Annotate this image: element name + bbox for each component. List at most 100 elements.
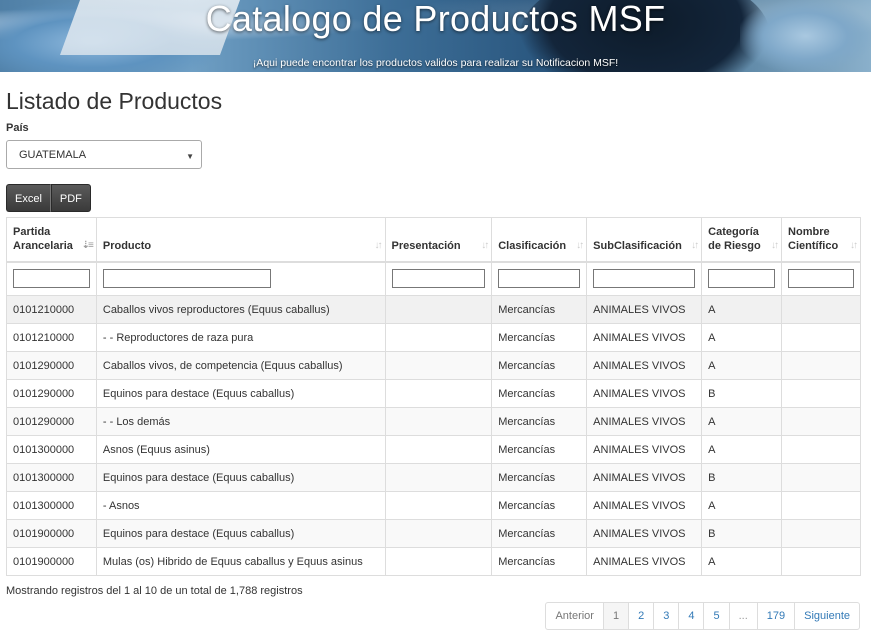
table-row[interactable]: 0101300000 Equinos para destace (Equus ca… xyxy=(6,463,861,492)
sort-ascending-icon: ⇣≡ xyxy=(81,239,94,251)
cell-presentacion xyxy=(384,491,493,520)
cell-categoria: A xyxy=(701,547,783,576)
filter-partida-input[interactable] xyxy=(13,269,90,289)
pagination-previous[interactable]: Anterior xyxy=(545,602,604,630)
sort-icon: ↓↑ xyxy=(850,239,858,251)
table-row[interactable]: 0101900000 Equinos para destace (Equus ca… xyxy=(6,519,861,548)
sort-icon: ↓↑ xyxy=(691,239,699,251)
cell-producto: Equinos para destace (Equus caballus) xyxy=(95,519,386,548)
banner-subtitle: ¡Aqui puede encontrar los productos vali… xyxy=(252,57,619,69)
cell-presentacion xyxy=(384,323,493,352)
filter-presentacion-input[interactable] xyxy=(391,269,486,289)
cell-categoria: B xyxy=(701,519,783,548)
cell-subclasificacion: ANIMALES VIVOS xyxy=(586,351,703,380)
cell-presentacion xyxy=(384,463,493,492)
table-row[interactable]: 0101900000 Mulas (os) Hibrido de Equus ca… xyxy=(6,547,861,576)
export-buttons: Excel PDF xyxy=(6,184,91,212)
cell-nombre xyxy=(781,435,861,464)
filter-nombre-input[interactable] xyxy=(788,269,854,289)
sort-icon: ↓↑ xyxy=(771,239,779,251)
cell-nombre xyxy=(781,295,861,324)
table-row[interactable]: 0101210000 Caballos vivos reproductores (… xyxy=(6,295,861,324)
pagination-page-1[interactable]: 1 xyxy=(602,602,630,630)
pagination-next[interactable]: Siguiente xyxy=(794,602,860,630)
cell-clasificacion: Mercancías xyxy=(491,519,588,548)
column-header-producto[interactable]: Producto ↓↑ xyxy=(95,217,386,263)
pagination-ellipsis: ... xyxy=(728,602,758,630)
cell-nombre xyxy=(781,351,861,380)
cell-producto: - - Los demás xyxy=(95,407,386,436)
table-body: 0101210000 Caballos vivos reproductores (… xyxy=(6,295,861,576)
cell-presentacion xyxy=(384,519,493,548)
column-header-categoria-riesgo[interactable]: Categoría de Riesgo ↓↑ xyxy=(701,217,783,263)
sort-icon: ↓↑ xyxy=(481,239,489,251)
pagination-page-3[interactable]: 3 xyxy=(653,602,680,630)
cell-categoria: A xyxy=(701,407,783,436)
pagination-page-5[interactable]: 5 xyxy=(703,602,730,630)
banner-title: Catalogo de Productos MSF xyxy=(205,0,666,39)
cell-partida: 0101900000 xyxy=(6,547,97,576)
country-select-value: GUATEMALA xyxy=(19,149,87,161)
cell-partida: 0101210000 xyxy=(6,323,97,352)
filter-row xyxy=(6,261,861,296)
cell-producto: Equinos para destace (Equus caballus) xyxy=(95,463,386,492)
column-header-partida[interactable]: Partida Arancelaria ⇣≡ xyxy=(6,217,97,263)
filter-producto-input[interactable] xyxy=(102,269,271,289)
cell-categoria: A xyxy=(701,435,783,464)
cell-producto: - Asnos xyxy=(95,491,386,520)
excel-export-button[interactable]: Excel xyxy=(6,184,51,212)
cell-producto: Caballos vivos, de competencia (Equus ca… xyxy=(95,351,386,380)
cell-subclasificacion: ANIMALES VIVOS xyxy=(586,491,703,520)
table-row[interactable]: 0101290000 Caballos vivos, de competencia… xyxy=(6,351,861,380)
header-banner: Catalogo de Productos MSF ¡Aqui puede en… xyxy=(0,0,871,72)
cell-partida: 0101290000 xyxy=(6,407,97,436)
cell-nombre xyxy=(781,519,861,548)
cell-nombre xyxy=(781,379,861,408)
cell-presentacion xyxy=(384,407,493,436)
table-row[interactable]: 0101210000- - Reproductores de raza pura… xyxy=(6,323,861,352)
pdf-export-button[interactable]: PDF xyxy=(50,184,91,212)
cell-clasificacion: Mercancías xyxy=(491,295,588,324)
cell-categoria: A xyxy=(701,323,783,352)
country-select[interactable]: GUATEMALA ▼ xyxy=(6,140,202,169)
table-row[interactable]: 0101300000- Asnos Mercancías ANIMALES VIVO… xyxy=(6,491,861,520)
column-header-clasificacion[interactable]: Clasificación ↓↑ xyxy=(491,217,588,263)
table-info: Mostrando registros del 1 al 10 de un to… xyxy=(6,585,303,597)
products-table: Partida Arancelaria ⇣≡ Producto ↓↑ Presenta… xyxy=(6,217,861,576)
cell-presentacion xyxy=(384,351,493,380)
cell-clasificacion: Mercancías xyxy=(491,379,588,408)
cell-presentacion xyxy=(384,379,493,408)
pagination-page-2[interactable]: 2 xyxy=(628,602,655,630)
cell-presentacion xyxy=(384,295,493,324)
cell-clasificacion: Mercancías xyxy=(491,491,588,520)
pagination-page-last[interactable]: 179 xyxy=(756,602,796,630)
filter-categoria-input[interactable] xyxy=(708,269,776,289)
table-row[interactable]: 0101300000 Asnos (Equus asinus) Mercancías… xyxy=(6,435,861,464)
cell-presentacion xyxy=(384,547,493,576)
table-row[interactable]: 0101290000- - Los demás Mercancías ANIMALE… xyxy=(6,407,861,436)
filter-subclasificacion-input[interactable] xyxy=(593,269,696,289)
cell-nombre xyxy=(781,407,861,436)
sort-icon: ↓↑ xyxy=(576,239,584,251)
cell-partida: 0101300000 xyxy=(6,463,97,492)
cell-subclasificacion: ANIMALES VIVOS xyxy=(586,463,703,492)
table-row[interactable]: 0101290000 Equinos para destace (Equus ca… xyxy=(6,379,861,408)
cell-producto: Mulas (os) Hibrido de Equus caballus y E… xyxy=(95,547,386,576)
column-header-subclasificacion[interactable]: SubClasificación ↓↑ xyxy=(586,217,703,263)
cell-subclasificacion: ANIMALES VIVOS xyxy=(586,435,703,464)
cell-clasificacion: Mercancías xyxy=(491,435,588,464)
cell-partida: 0101210000 xyxy=(6,295,97,324)
column-header-nombre-cientifico[interactable]: Nombre Científico ↓↑ xyxy=(781,217,861,263)
cell-producto: Caballos vivos reproductores (Equus caba… xyxy=(95,295,386,324)
column-header-presentacion[interactable]: Presentación ↓↑ xyxy=(384,217,493,263)
cell-nombre xyxy=(781,547,861,576)
cell-subclasificacion: ANIMALES VIVOS xyxy=(586,379,703,408)
filter-clasificacion-input[interactable] xyxy=(498,269,581,289)
cell-clasificacion: Mercancías xyxy=(491,323,588,352)
cell-nombre xyxy=(781,491,861,520)
pagination: Anterior 1 2 3 4 5 ... 179 Siguiente xyxy=(545,602,860,630)
cell-partida: 0101300000 xyxy=(6,491,97,520)
cell-subclasificacion: ANIMALES VIVOS xyxy=(586,407,703,436)
page-title: Listado de Productos xyxy=(6,88,223,114)
pagination-page-4[interactable]: 4 xyxy=(678,602,705,630)
